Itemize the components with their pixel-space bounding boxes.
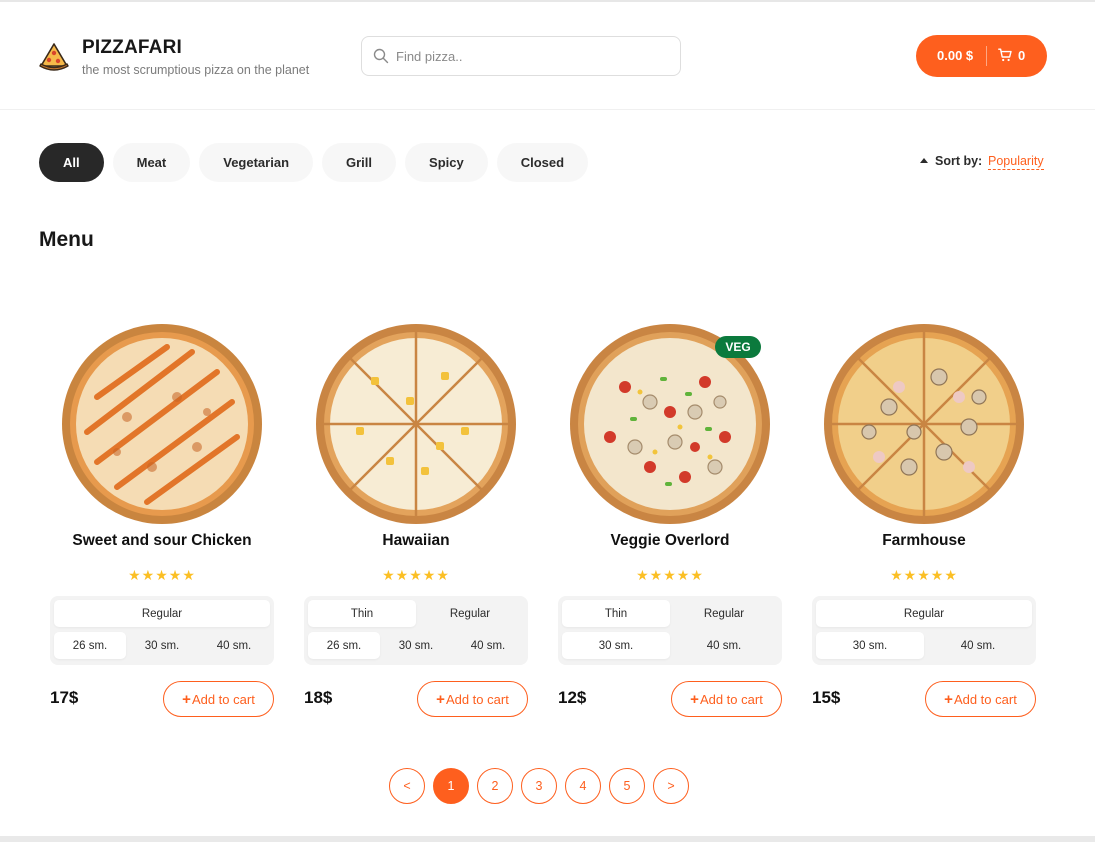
dough-type-row: Thin Regular bbox=[562, 600, 778, 627]
pizza-slice-icon[interactable] bbox=[38, 40, 70, 74]
category-spicy[interactable]: Spicy bbox=[405, 143, 488, 182]
size-row: 26 sm. 30 sm. 40 sm. bbox=[54, 632, 270, 659]
rating-stars: ★★★★★ bbox=[128, 567, 196, 583]
dough-type-row: Thin Regular bbox=[308, 600, 524, 627]
page-button-1[interactable]: 1 bbox=[433, 768, 469, 804]
add-to-cart-button[interactable]: + Add to cart bbox=[417, 681, 528, 717]
dough-type-row: Regular bbox=[816, 600, 1032, 627]
plus-icon: + bbox=[436, 690, 445, 708]
cart-button[interactable]: 0.00 $ 0 bbox=[916, 35, 1047, 77]
pizza-image bbox=[316, 324, 516, 524]
next-page-button[interactable]: > bbox=[653, 768, 689, 804]
pizza-card: VEG Veggie Overlord ★★★★★ Thin Regular 3… bbox=[558, 310, 782, 720]
size-option[interactable]: 30 sm. bbox=[380, 632, 452, 659]
dough-option[interactable]: Thin bbox=[308, 600, 416, 627]
pizza-card: Sweet and sour Chicken ★★★★★ Regular 26 … bbox=[50, 310, 274, 720]
pizza-name: Sweet and sour Chicken bbox=[72, 532, 252, 549]
header: PIZZAFARI the most scrumptious pizza on … bbox=[0, 2, 1095, 110]
options-selector: Thin Regular 26 sm. 30 sm. 40 sm. bbox=[304, 596, 528, 665]
cart-divider bbox=[986, 46, 987, 66]
dough-option[interactable]: Thin bbox=[562, 600, 670, 627]
dough-option[interactable]: Regular bbox=[416, 600, 524, 627]
dough-type-row: Regular bbox=[54, 600, 270, 627]
cart-total: 0.00 $ bbox=[937, 48, 974, 63]
pizza-price: 18$ bbox=[304, 688, 333, 707]
plus-icon: + bbox=[944, 690, 953, 708]
size-row: 26 sm. 30 sm. 40 sm. bbox=[308, 632, 524, 659]
rating-stars: ★★★★★ bbox=[890, 567, 958, 583]
size-option[interactable]: 40 sm. bbox=[924, 632, 1032, 659]
cart-count: 0 bbox=[1018, 48, 1026, 63]
size-option[interactable]: 40 sm. bbox=[198, 632, 270, 659]
dough-option[interactable]: Regular bbox=[54, 600, 270, 627]
pagination: < 1 2 3 4 5 > bbox=[389, 768, 689, 804]
size-option[interactable]: 30 sm. bbox=[562, 632, 670, 659]
add-to-cart-label: Add to cart bbox=[699, 691, 763, 707]
pizza-name: Veggie Overlord bbox=[610, 532, 730, 549]
category-closed[interactable]: Closed bbox=[496, 143, 589, 182]
dough-option[interactable]: Regular bbox=[816, 600, 1032, 627]
category-tabs: All Meat Vegetarian Grill Spicy Closed bbox=[39, 143, 589, 182]
bottom-border bbox=[0, 836, 1095, 842]
brand-title: PIZZAFARI bbox=[82, 37, 182, 58]
page-button-3[interactable]: 3 bbox=[521, 768, 557, 804]
add-to-cart-button[interactable]: + Add to cart bbox=[163, 681, 274, 717]
pizza-price: 17$ bbox=[50, 688, 79, 707]
pizza-name: Farmhouse bbox=[882, 532, 966, 549]
category-vegetarian[interactable]: Vegetarian bbox=[199, 143, 314, 182]
pizza-name: Hawaiian bbox=[382, 532, 450, 549]
size-option[interactable]: 40 sm. bbox=[452, 632, 524, 659]
plus-icon: + bbox=[690, 690, 699, 708]
category-meat[interactable]: Meat bbox=[112, 143, 191, 182]
search-icon bbox=[373, 48, 389, 64]
brand-subtitle: the most scrumptious pizza on the planet bbox=[82, 63, 310, 77]
search-box[interactable] bbox=[361, 36, 681, 76]
rating-stars: ★★★★★ bbox=[382, 567, 450, 583]
size-option[interactable]: 26 sm. bbox=[54, 632, 126, 659]
pizza-image bbox=[824, 324, 1024, 524]
page-button-4[interactable]: 4 bbox=[565, 768, 601, 804]
category-grill[interactable]: Grill bbox=[322, 143, 397, 182]
size-option[interactable]: 30 sm. bbox=[126, 632, 198, 659]
prev-page-button[interactable]: < bbox=[389, 768, 425, 804]
add-to-cart-button[interactable]: + Add to cart bbox=[925, 681, 1036, 717]
size-row: 30 sm. 40 sm. bbox=[562, 632, 778, 659]
pizza-card: Farmhouse ★★★★★ Regular 30 sm. 40 sm. 15… bbox=[812, 310, 1036, 720]
veg-badge: VEG bbox=[715, 336, 761, 358]
page-button-2[interactable]: 2 bbox=[477, 768, 513, 804]
sort-arrow-up-icon[interactable] bbox=[920, 158, 928, 163]
add-to-cart-label: Add to cart bbox=[191, 691, 255, 707]
sort-value-dropdown[interactable]: Popularity bbox=[988, 154, 1044, 170]
options-selector: Regular 26 sm. 30 sm. 40 sm. bbox=[50, 596, 274, 665]
pizza-card: Hawaiian ★★★★★ Thin Regular 26 sm. 30 sm… bbox=[304, 310, 528, 720]
page-button-5[interactable]: 5 bbox=[609, 768, 645, 804]
category-all[interactable]: All bbox=[39, 143, 104, 182]
add-to-cart-button[interactable]: + Add to cart bbox=[671, 681, 782, 717]
plus-icon: + bbox=[182, 690, 191, 708]
menu-title: Menu bbox=[39, 228, 94, 251]
options-selector: Regular 30 sm. 40 sm. bbox=[812, 596, 1036, 665]
options-selector: Thin Regular 30 sm. 40 sm. bbox=[558, 596, 782, 665]
add-to-cart-label: Add to cart bbox=[445, 691, 509, 707]
size-option[interactable]: 26 sm. bbox=[308, 632, 380, 659]
pizza-price: 15$ bbox=[812, 688, 841, 707]
rating-stars: ★★★★★ bbox=[636, 567, 704, 583]
size-row: 30 sm. 40 sm. bbox=[816, 632, 1032, 659]
cart-icon bbox=[998, 48, 1012, 62]
pizza-image bbox=[62, 324, 262, 524]
pizza-price: 12$ bbox=[558, 688, 587, 707]
search-input[interactable] bbox=[396, 45, 666, 67]
add-to-cart-label: Add to cart bbox=[953, 691, 1017, 707]
size-option[interactable]: 30 sm. bbox=[816, 632, 924, 659]
sort-label: Sort by: bbox=[935, 154, 983, 168]
size-option[interactable]: 40 sm. bbox=[670, 632, 778, 659]
dough-option[interactable]: Regular bbox=[670, 600, 778, 627]
